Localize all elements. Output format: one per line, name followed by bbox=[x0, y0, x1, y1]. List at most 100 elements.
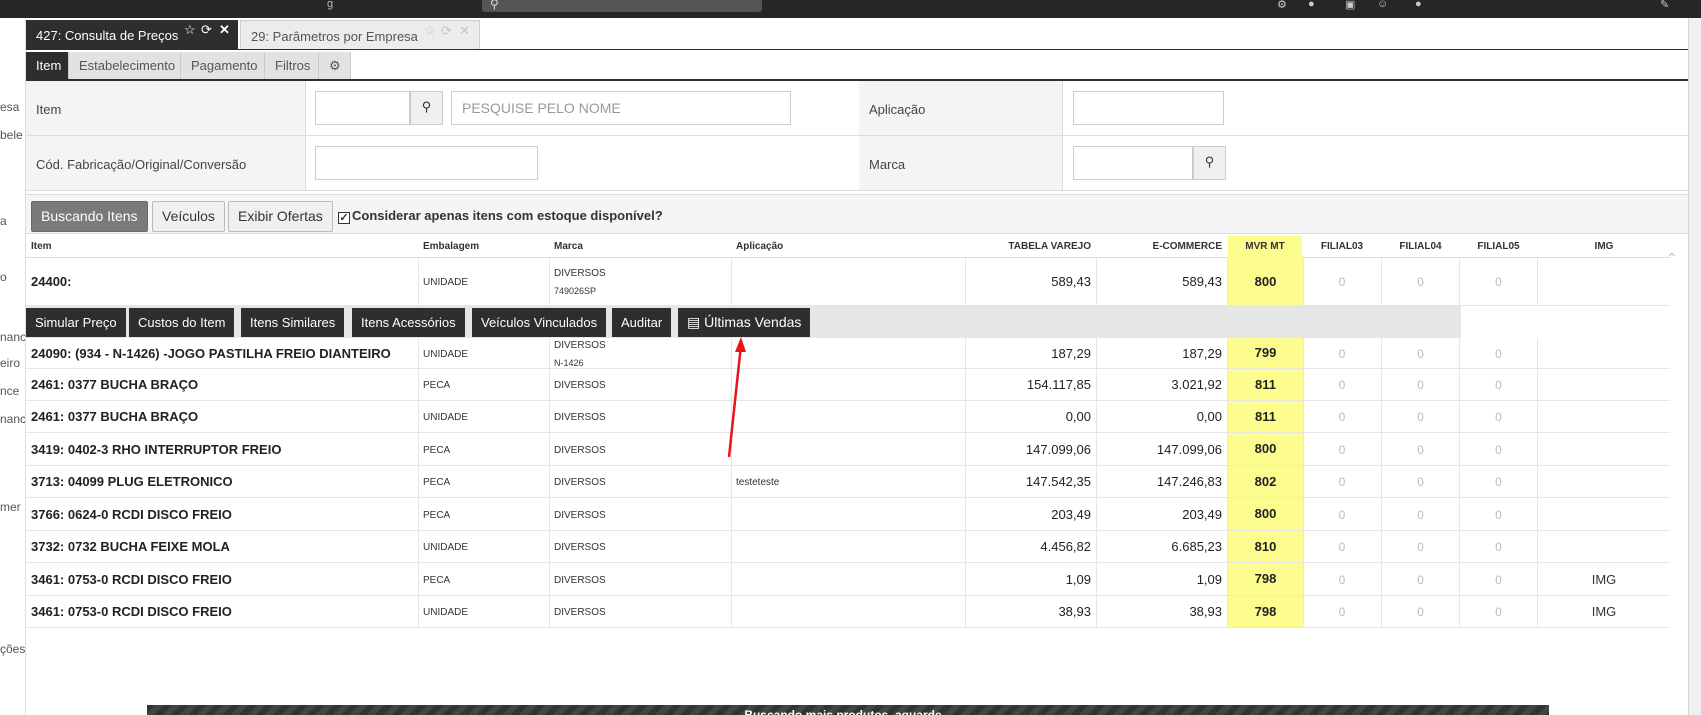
edit-icon[interactable]: ✎ bbox=[1660, 0, 1669, 11]
col-header-aplicacao[interactable]: Aplicação bbox=[736, 241, 783, 252]
item-search-button[interactable]: ⚲ bbox=[410, 91, 443, 125]
refresh-icon[interactable]: ⟳ bbox=[441, 23, 452, 39]
col-header-filial05[interactable]: FILIAL05 bbox=[1460, 241, 1537, 252]
tab-item[interactable]: Item bbox=[26, 52, 69, 79]
tab-filtros[interactable]: Filtros bbox=[265, 52, 319, 79]
aplicacao-input[interactable] bbox=[1073, 91, 1224, 125]
filial04-cell: 0 bbox=[1417, 573, 1424, 587]
table-row[interactable]: 3732: 0732 BUCHA FEIXE MOLA UNIDADE DIVERS… bbox=[26, 531, 1670, 563]
left-menu-item[interactable]: mer bbox=[0, 500, 21, 514]
filial05-cell: 0 bbox=[1495, 605, 1502, 619]
tab-estabelecimento[interactable]: Estabelecimento bbox=[69, 52, 181, 79]
column-divider bbox=[549, 338, 550, 369]
column-divider bbox=[1537, 498, 1538, 531]
left-menu-item[interactable]: a bbox=[0, 214, 7, 228]
star-icon[interactable]: ☆ bbox=[424, 23, 436, 39]
filial04-cell: 0 bbox=[1417, 508, 1424, 522]
itens-similares-button[interactable]: Itens Similares bbox=[241, 308, 345, 337]
tab-pagamento[interactable]: Pagamento bbox=[181, 52, 265, 79]
item-cell: 24090: (934 - N-1426) -JOGO PASTILHA FRE… bbox=[31, 346, 391, 361]
ultimas-vendas-button[interactable]: ▤ Últimas Vendas bbox=[678, 308, 811, 337]
calendar-icon[interactable]: ▣ bbox=[1345, 0, 1355, 11]
left-menu-item[interactable]: ções bbox=[0, 642, 25, 656]
close-icon[interactable]: ✕ bbox=[219, 22, 230, 38]
ecommerce-cell: 0,00 bbox=[1196, 409, 1222, 424]
marca-cell: DIVERSOS bbox=[554, 542, 606, 553]
item-name-input[interactable]: PESQUISE PELO NOME bbox=[451, 91, 791, 125]
left-menu-item[interactable]: o bbox=[0, 270, 7, 284]
col-header-tabela-varejo[interactable]: TABELA VAREJO bbox=[966, 241, 1091, 252]
table-row[interactable]: 24400: UNIDADE DIVERSOS 749026SP 589,43 589,4… bbox=[26, 258, 1670, 306]
filial03-cell: 0 bbox=[1338, 605, 1346, 619]
star-icon[interactable]: ☆ bbox=[184, 22, 196, 38]
custos-item-button[interactable]: Custos do Item bbox=[129, 308, 235, 337]
column-divider bbox=[549, 369, 550, 401]
mvr-mt-cell: 811 bbox=[1228, 401, 1303, 432]
table-row[interactable]: 3713: 04099 PLUG ELETRONICO PECA DIVERSOS t… bbox=[26, 466, 1670, 498]
marca-cell: DIVERSOS bbox=[554, 268, 606, 279]
col-header-filial04[interactable]: FILIAL04 bbox=[1382, 241, 1459, 252]
left-menu-item[interactable]: nanc bbox=[0, 412, 25, 426]
item-cell: 2461: 0377 BUCHA BRAÇO bbox=[31, 409, 199, 424]
col-header-embalagem[interactable]: Embalagem bbox=[423, 241, 479, 252]
ultimas-vendas-label: Últimas Vendas bbox=[704, 314, 802, 330]
col-header-mvr-mt[interactable]: MVR MT bbox=[1228, 241, 1302, 252]
itens-acessorios-button[interactable]: Itens Acessórios bbox=[352, 308, 465, 337]
mvr-mt-cell: 811 bbox=[1228, 369, 1303, 400]
col-header-img[interactable]: IMG bbox=[1538, 241, 1670, 252]
marca-input[interactable] bbox=[1073, 146, 1193, 180]
ecommerce-cell: 147.099,06 bbox=[1156, 442, 1222, 457]
col-header-marca[interactable]: Marca bbox=[554, 241, 583, 252]
col-header-ecommerce[interactable]: E-COMMERCE bbox=[1096, 241, 1222, 252]
chevron-up-icon[interactable]: ⌃ bbox=[1666, 250, 1678, 267]
table-row[interactable]: 2461: 0377 BUCHA BRAÇO UNIDADE DIVERSOS 0,0… bbox=[26, 401, 1670, 433]
tab-consulta-precos[interactable]: 427: Consulta de Preços ☆ ⟳ ✕ bbox=[26, 20, 238, 50]
exibir-ofertas-button[interactable]: Exibir Ofertas bbox=[228, 201, 333, 232]
table-row[interactable]: 24090: (934 - N-1426) -JOGO PASTILHA FRE… bbox=[26, 338, 1670, 369]
marca-cell: DIVERSOS bbox=[554, 445, 606, 456]
marca-cell: DIVERSOS bbox=[554, 412, 606, 423]
marca-cell: DIVERSOS bbox=[554, 575, 606, 586]
cod-fabricacao-input[interactable] bbox=[315, 146, 538, 180]
close-icon[interactable]: ✕ bbox=[459, 23, 470, 39]
simular-preco-button[interactable]: Simular Preço bbox=[26, 308, 126, 337]
left-menu-item[interactable]: bele bbox=[0, 128, 23, 142]
filial05-cell: 0 bbox=[1495, 540, 1502, 554]
buscando-itens-button[interactable]: Buscando Itens bbox=[31, 201, 148, 232]
table-row[interactable]: 3419: 0402-3 RHO INTERRUPTOR FREIO PECA DI… bbox=[26, 433, 1670, 466]
user-icon[interactable]: ☺ bbox=[1377, 0, 1388, 10]
stock-only-checkbox[interactable]: ✓ Considerar apenas itens com estoque dis… bbox=[338, 208, 663, 224]
veiculos-button[interactable]: Veículos bbox=[152, 201, 225, 232]
tab-parametros-empresa[interactable]: 29: Parâmetros por Empresa ☆ ⟳ ✕ bbox=[240, 20, 480, 50]
auditar-button[interactable]: Auditar bbox=[612, 308, 672, 337]
refresh-icon[interactable]: ⟳ bbox=[201, 22, 212, 38]
vertical-scrollbar[interactable] bbox=[1688, 18, 1701, 715]
marca-search-button[interactable]: ⚲ bbox=[1193, 146, 1226, 180]
column-divider bbox=[418, 498, 419, 531]
marca-cell: DIVERSOS bbox=[554, 510, 606, 521]
left-menu-item[interactable]: esa bbox=[0, 100, 19, 114]
embalagem-cell: UNIDADE bbox=[423, 277, 469, 288]
left-menu-item[interactable]: nce bbox=[0, 384, 19, 398]
column-divider bbox=[549, 466, 550, 498]
veiculos-vinculados-button[interactable]: Veículos Vinculados bbox=[472, 308, 607, 337]
col-header-filial03[interactable]: FILIAL03 bbox=[1303, 241, 1381, 252]
table-row[interactable]: 2461: 0377 BUCHA BRAÇO PECA DIVERSOS 154.11… bbox=[26, 369, 1670, 401]
embalagem-cell: PECA bbox=[423, 510, 451, 521]
main-panel: 427: Consulta de Preços ☆ ⟳ ✕ 29: Parâme… bbox=[26, 18, 1688, 715]
help-icon[interactable]: ● bbox=[1308, 0, 1315, 10]
tab-label: 427: Consulta de Preços bbox=[36, 28, 179, 43]
notification-icon[interactable]: ● bbox=[1415, 0, 1422, 10]
table-row[interactable]: 3461: 0753-0 RCDI DISCO FREIO UNIDADE DIVE… bbox=[26, 596, 1670, 628]
left-menu-item[interactable]: eiro bbox=[0, 356, 20, 370]
left-menu-item[interactable]: nanc bbox=[0, 330, 25, 344]
table-row[interactable]: 3766: 0624-0 RCDI DISCO FREIO PECA DIVERSO… bbox=[26, 498, 1670, 531]
column-divider bbox=[1537, 466, 1538, 498]
checkbox-mark[interactable]: ✓ bbox=[338, 212, 350, 224]
table-row[interactable]: 3461: 0753-0 RCDI DISCO FREIO PECA DIVERSO… bbox=[26, 563, 1670, 596]
settings-icon[interactable]: ⚙ bbox=[1277, 0, 1287, 11]
col-header-item[interactable]: Item bbox=[31, 241, 52, 252]
tab-settings[interactable]: ⚙ bbox=[319, 52, 351, 79]
global-search-box[interactable]: ⚲ bbox=[482, 0, 762, 12]
item-code-input[interactable] bbox=[315, 91, 410, 125]
